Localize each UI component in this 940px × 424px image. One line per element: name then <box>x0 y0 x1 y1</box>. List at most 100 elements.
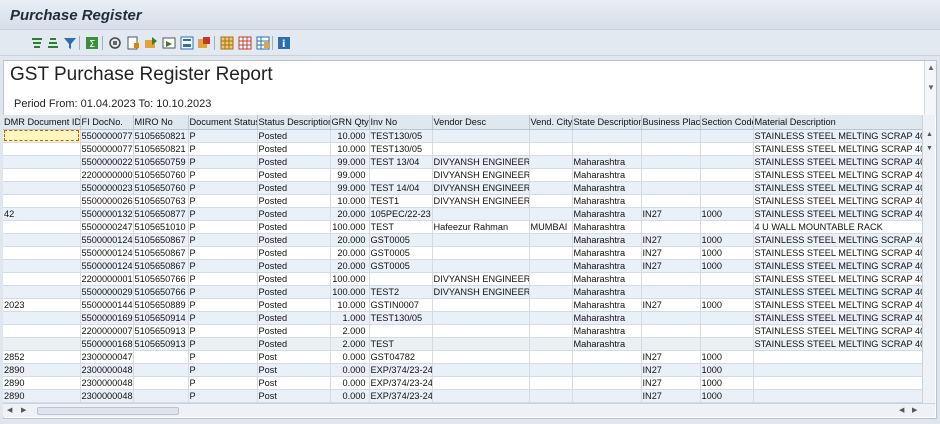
table-row[interactable]: 2890 2300000048 P Post 0.000 EXP/374/23-24 IN2… <box>3 376 922 390</box>
table-cell[interactable] <box>529 142 573 156</box>
table-cell[interactable]: Maharashtra <box>572 337 642 351</box>
table-cell[interactable] <box>3 155 81 169</box>
table-cell[interactable]: 1000 <box>700 389 754 403</box>
table-cell[interactable] <box>700 142 754 156</box>
column-header[interactable]: Material Description <box>753 115 922 130</box>
table-cell[interactable] <box>3 181 81 195</box>
sum-icon[interactable]: Σ <box>84 35 99 50</box>
table-cell[interactable] <box>432 207 530 221</box>
table-cell[interactable]: P <box>188 246 258 260</box>
table-cell[interactable]: Posted <box>257 181 331 195</box>
table-cell[interactable] <box>641 324 701 338</box>
table-cell[interactable]: 4 U WALL MOUNTABLE RACK <box>753 220 922 234</box>
table-cell[interactable]: EXP/374/23-24 <box>369 389 433 403</box>
table-cell[interactable]: IN27 <box>641 389 701 403</box>
table-cell[interactable]: 1000 <box>700 207 754 221</box>
table-cell[interactable] <box>572 363 642 377</box>
table-cell[interactable]: 2.000 <box>330 337 370 351</box>
table-cell[interactable]: STAINLESS STEEL MELTING SCRAP 400 <box>753 272 922 286</box>
scroll-left-arrow-icon[interactable]: ◀ <box>7 406 12 414</box>
table-cell[interactable]: STAINLESS STEEL MELTING SCRAP 400 <box>753 168 922 182</box>
table-cell[interactable]: Posted <box>257 285 331 299</box>
table-cell[interactable]: 5500000124 <box>80 233 134 247</box>
table-cell[interactable]: 0.000 <box>330 350 370 364</box>
table-cell[interactable]: 20.000 <box>330 207 370 221</box>
table-cell[interactable]: STAINLESS STEEL MELTING SCRAP 400 <box>753 259 922 273</box>
table-cell[interactable]: 20.000 <box>330 246 370 260</box>
table-cell[interactable]: 0.000 <box>330 389 370 403</box>
table-cell[interactable]: 2890 <box>3 363 81 377</box>
table-cell[interactable] <box>641 142 701 156</box>
table-cell[interactable]: EXP/374/23-24 <box>369 376 433 390</box>
table-cell[interactable]: TEST1 <box>369 194 433 208</box>
table-row[interactable]: 2852 2300000047 P Post 0.000 GST04782 IN27 1000 <box>3 350 922 364</box>
table-cell[interactable] <box>369 324 433 338</box>
table-row[interactable]: 5500000022 5105650759 P Posted 99.000 TEST 13… <box>3 155 922 169</box>
table-cell[interactable]: 5105650867 <box>133 246 189 260</box>
table-cell[interactable]: GST0005 <box>369 259 433 273</box>
column-header[interactable]: Status Description <box>257 115 331 130</box>
table-cell[interactable]: 99.000 <box>330 155 370 169</box>
table-cell[interactable]: 2300000048 <box>80 363 134 377</box>
table-cell[interactable]: GST04782 <box>369 350 433 364</box>
column-header[interactable]: Document Status <box>188 115 258 130</box>
table-cell[interactable]: 1.000 <box>330 311 370 325</box>
table-cell[interactable]: 100.000 <box>330 220 370 234</box>
table-cell[interactable]: STAINLESS STEEL MELTING SCRAP 400 <box>753 181 922 195</box>
table-cell[interactable]: P <box>188 272 258 286</box>
info-icon[interactable]: i <box>276 35 291 50</box>
table-cell[interactable]: Posted <box>257 168 331 182</box>
table-cell[interactable] <box>529 272 573 286</box>
table-cell[interactable]: TEST <box>369 337 433 351</box>
table-cell[interactable] <box>3 142 81 156</box>
table-cell[interactable] <box>529 246 573 260</box>
table-cell[interactable] <box>529 259 573 273</box>
table-cell[interactable]: 5500000144 <box>80 298 134 312</box>
table-cell[interactable]: Maharashtra <box>572 272 642 286</box>
table-cell[interactable] <box>572 376 642 390</box>
scroll-up-arrow-icon[interactable]: ▲ <box>926 131 933 138</box>
table-cell[interactable]: Maharashtra <box>572 259 642 273</box>
table-cell[interactable]: IN27 <box>641 363 701 377</box>
table-cell[interactable]: P <box>188 220 258 234</box>
column-header[interactable]: Inv No <box>369 115 433 130</box>
table-cell[interactable] <box>3 259 81 273</box>
table-cell[interactable]: Maharashtra <box>572 181 642 195</box>
table-cell[interactable]: 99.000 <box>330 168 370 182</box>
table-cell[interactable] <box>432 337 530 351</box>
table-cell[interactable]: 1000 <box>700 233 754 247</box>
table-cell[interactable]: IN27 <box>641 376 701 390</box>
table-cell[interactable]: 2200000007 <box>80 324 134 338</box>
table-cell[interactable]: P <box>188 181 258 195</box>
filter-icon[interactable] <box>62 35 77 50</box>
table-cell[interactable] <box>3 129 81 143</box>
table-cell[interactable]: 100.000 <box>330 272 370 286</box>
table-cell[interactable]: DIVYANSH ENGINEERS, BOISAR <box>432 285 530 299</box>
table-cell[interactable]: P <box>188 350 258 364</box>
table-row[interactable]: 5500000247 5105651010 P Posted 100.000 TEST Ha… <box>3 220 922 234</box>
vertical-scrollbar[interactable]: ▲ ▼ <box>922 115 935 403</box>
table-cell[interactable]: 0.000 <box>330 363 370 377</box>
table-row[interactable]: 2890 2300000048 P Post 0.000 EXP/374/23-24 IN2… <box>3 363 922 377</box>
table-cell[interactable]: Posted <box>257 246 331 260</box>
column-header[interactable]: DMR Document ID <box>3 115 81 130</box>
table-cell[interactable]: STAINLESS STEEL MELTING SCRAP 400 <box>753 142 922 156</box>
table-cell[interactable]: TEST130/05 <box>369 311 433 325</box>
table-cell[interactable]: Post <box>257 389 331 403</box>
send-icon[interactable] <box>161 35 176 50</box>
table-row[interactable]: 2023 5500000144 5105650889 P Posted 10.000 GST… <box>3 298 922 312</box>
table-cell[interactable]: 5105650766 <box>133 285 189 299</box>
table-cell[interactable] <box>432 376 530 390</box>
table-cell[interactable]: 5105650760 <box>133 168 189 182</box>
table-cell[interactable]: Posted <box>257 194 331 208</box>
table-cell[interactable]: P <box>188 311 258 325</box>
table-cell[interactable]: 5500000169 <box>80 311 134 325</box>
table-row[interactable]: 2200000001 5105650766 P Posted 100.000 DIVYAN… <box>3 272 922 286</box>
table-cell[interactable] <box>432 363 530 377</box>
column-header[interactable]: Vend. City <box>529 115 573 130</box>
column-header[interactable]: FI DocNo. <box>80 115 134 130</box>
table-cell[interactable]: 5105650889 <box>133 298 189 312</box>
table-cell[interactable]: 1000 <box>700 350 754 364</box>
table-cell[interactable]: 5105650760 <box>133 181 189 195</box>
column-header[interactable]: Vendor Desc <box>432 115 530 130</box>
